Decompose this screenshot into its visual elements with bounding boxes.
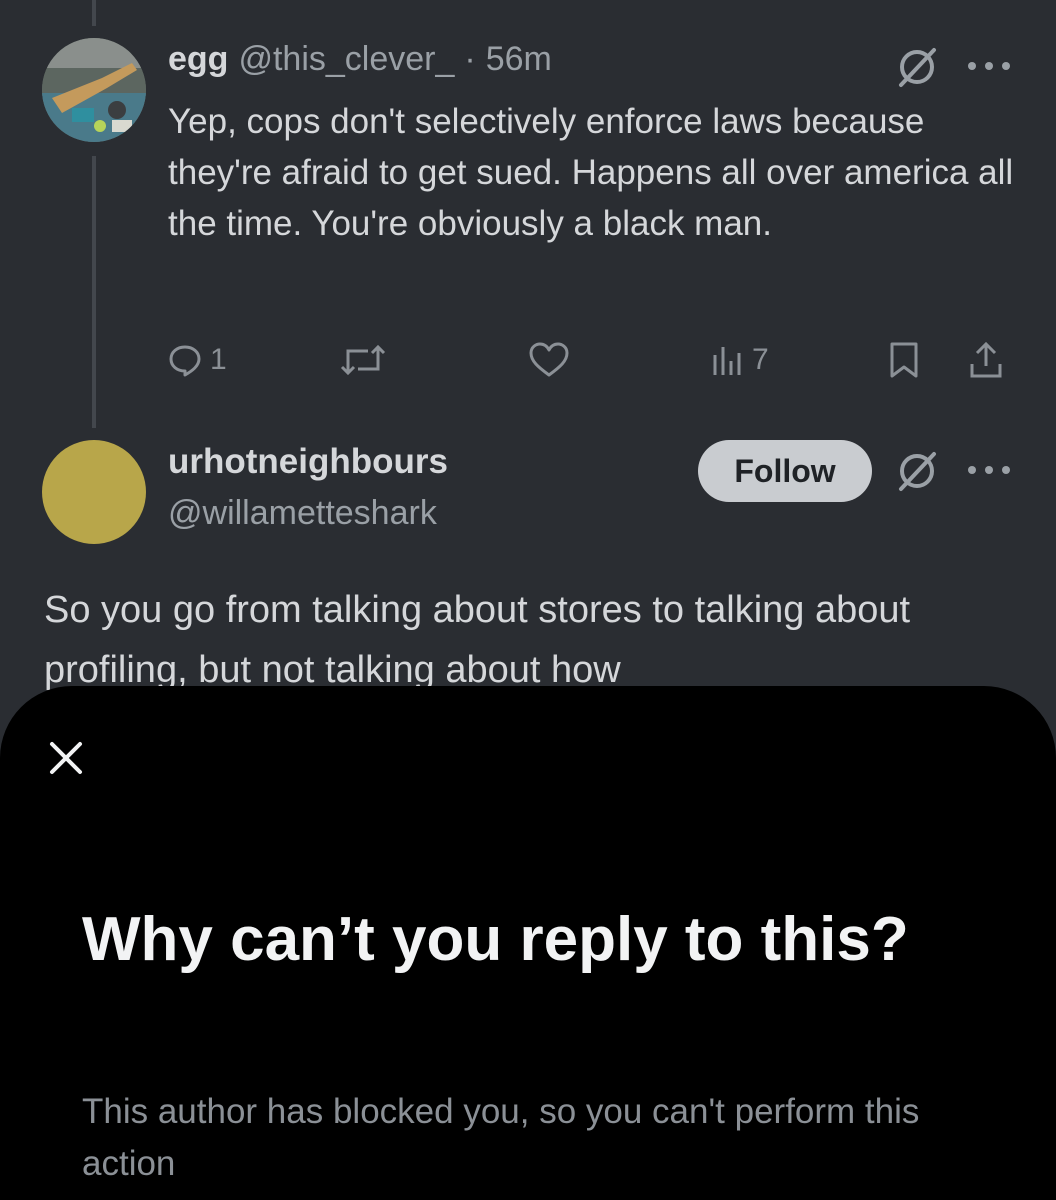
avatar[interactable] xyxy=(42,440,146,544)
reply-button[interactable]: 1 xyxy=(168,332,227,388)
screen: egg @this_clever_ · 56m Yep, cops don't … xyxy=(0,0,1056,1200)
bookmark-icon xyxy=(890,342,918,378)
thread-line xyxy=(92,156,96,428)
share-button[interactable] xyxy=(968,332,1004,388)
share-icon xyxy=(970,341,1002,378)
tweet-text: Yep, cops don't selectively enforce laws… xyxy=(168,102,1014,243)
reply-icon xyxy=(169,345,201,377)
reply-count: 1 xyxy=(210,343,227,376)
thread-line xyxy=(92,0,96,26)
more-icon[interactable] xyxy=(968,60,1010,72)
retweet-button[interactable] xyxy=(340,332,386,388)
avatar[interactable] xyxy=(42,38,146,142)
sheet-title: Why can’t you reply to this? xyxy=(82,905,909,974)
sheet-description: This author has blocked you, so you can'… xyxy=(82,1092,920,1183)
grok-icon[interactable] xyxy=(894,44,940,90)
like-button[interactable] xyxy=(528,332,570,388)
bookmark-button[interactable] xyxy=(888,332,920,388)
views-button[interactable]: 7 xyxy=(710,332,769,388)
retweet-icon xyxy=(340,344,386,376)
display-name[interactable]: urhotneighbours xyxy=(168,442,448,482)
heart-icon xyxy=(529,342,569,377)
tweet-actions: 1 7 xyxy=(168,332,1018,388)
grok-icon[interactable] xyxy=(894,448,940,494)
more-icon[interactable] xyxy=(968,464,1010,476)
tweet-text: So you go from talking about stores to t… xyxy=(44,589,911,691)
follow-button[interactable]: Follow xyxy=(698,440,872,502)
handle[interactable]: @willametteshark xyxy=(168,494,437,533)
handle[interactable]: @this_clever_ xyxy=(238,40,454,79)
close-icon xyxy=(50,742,82,774)
views-count: 7 xyxy=(752,343,769,376)
close-button[interactable] xyxy=(46,738,86,778)
blocked-reply-sheet: Why can’t you reply to this? This author… xyxy=(0,686,1056,1200)
separator: · xyxy=(464,40,476,78)
display-name[interactable]: egg xyxy=(168,40,228,79)
views-icon xyxy=(713,347,741,375)
tweet-header: egg @this_clever_ · 56m xyxy=(168,40,552,86)
timestamp[interactable]: 56m xyxy=(486,40,552,79)
